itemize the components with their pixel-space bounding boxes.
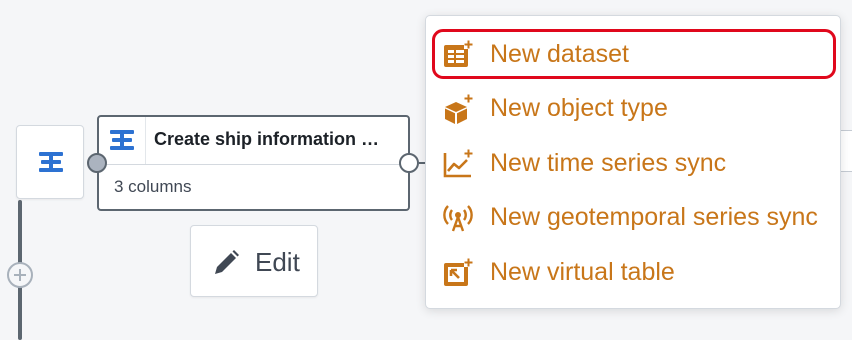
menu-item-new-dataset[interactable]: New dataset (432, 29, 836, 79)
virtual-table-add-icon (443, 258, 473, 288)
transform-icon (109, 127, 135, 158)
menu-item-label: New object type (490, 94, 668, 122)
add-output-menu: New dataset New object type New time ser… (425, 15, 841, 309)
menu-item-label: New dataset (490, 40, 629, 68)
menu-item-new-time-series-sync[interactable]: New time series sync (432, 138, 836, 188)
pencil-icon (211, 248, 241, 283)
geotemporal-antenna-icon (443, 203, 473, 233)
header-divider (145, 117, 146, 164)
transform-node-column-count: 3 columns (114, 177, 192, 196)
transform-node[interactable]: Create ship information … 3 columns (97, 115, 410, 211)
menu-item-new-virtual-table[interactable]: New virtual table (432, 247, 836, 297)
edit-button-label: Edit (255, 247, 300, 277)
input-port[interactable] (87, 153, 107, 173)
transform-node-title: Create ship information … (154, 129, 380, 149)
menu-item-label: New virtual table (490, 258, 675, 286)
add-node-plus-icon[interactable] (7, 262, 33, 288)
output-port[interactable] (399, 153, 419, 173)
source-node[interactable] (16, 125, 84, 199)
transform-icon (38, 149, 64, 180)
dataset-add-icon (443, 40, 473, 70)
menu-item-label: New time series sync (490, 149, 727, 177)
edit-button[interactable]: Edit (190, 225, 318, 297)
object-type-add-icon (443, 94, 473, 124)
menu-item-new-geotemporal-series-sync[interactable]: New geotemporal series sync (432, 192, 836, 242)
transform-node-header: Create ship information … (99, 117, 408, 165)
menu-item-label: New geotemporal series sync (490, 203, 818, 231)
menu-item-new-object-type[interactable]: New object type (432, 83, 836, 133)
time-series-add-icon (443, 149, 473, 179)
